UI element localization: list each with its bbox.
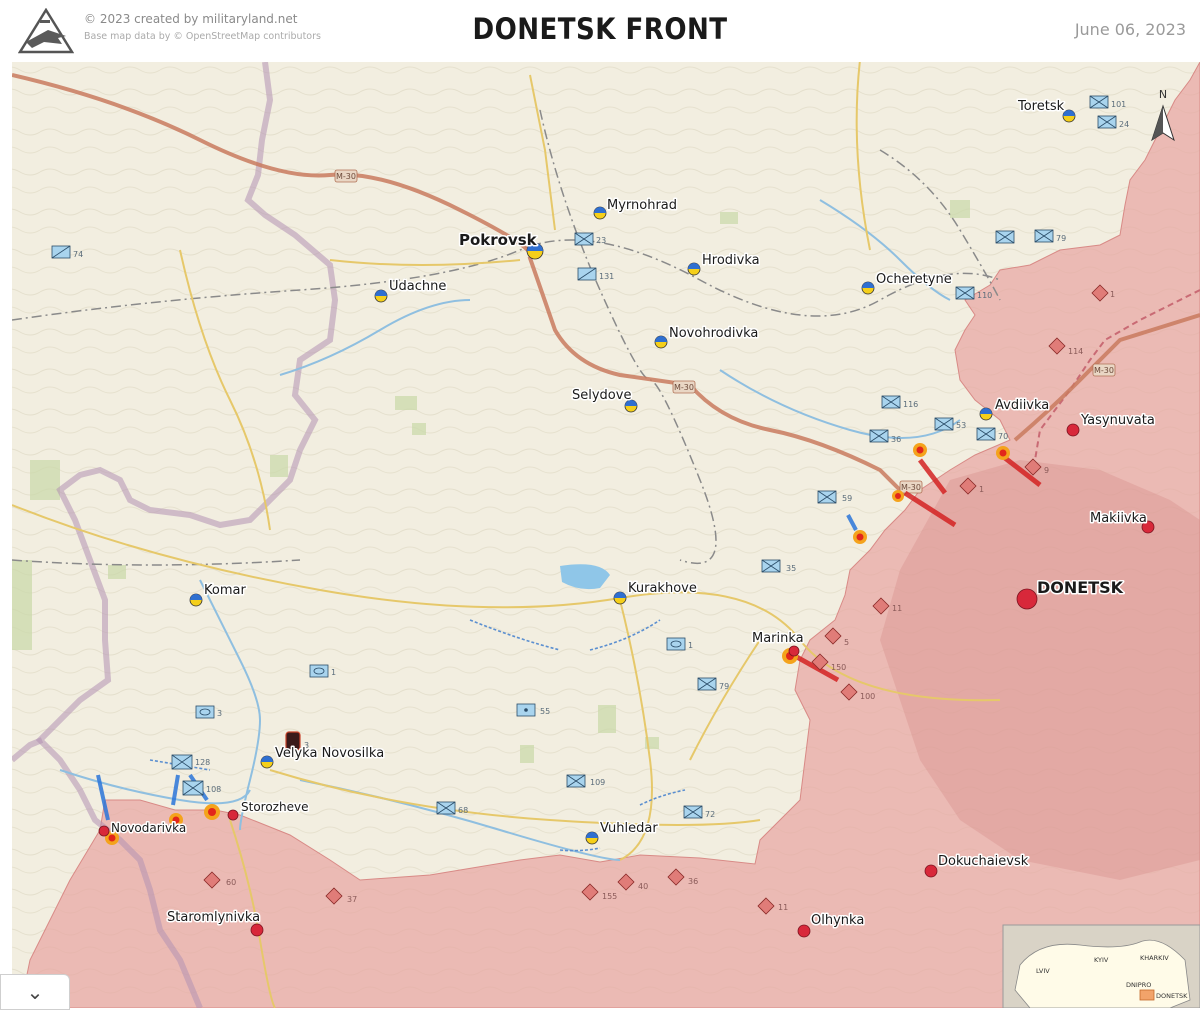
svg-text:100: 100: [860, 692, 875, 701]
svg-text:1: 1: [688, 641, 693, 650]
place-label-donetsk: DONETSK: [1037, 578, 1124, 597]
svg-text:79: 79: [1056, 234, 1066, 243]
town-marker-ua: [979, 407, 993, 421]
road-label: M-30: [674, 383, 694, 392]
svg-text:150: 150: [831, 663, 846, 672]
svg-text:3: 3: [217, 709, 222, 718]
map-title: DONETSK FRONT: [472, 12, 728, 46]
svg-text:11: 11: [778, 903, 788, 912]
svg-text:9: 9: [1044, 466, 1049, 475]
place-label-staromlynivka: Staromlynivka: [167, 910, 260, 925]
town-marker-ua: [613, 591, 627, 605]
place-label-selydove: Selydove: [572, 388, 631, 403]
svg-text:74: 74: [73, 250, 83, 259]
place-label-velyka-novosilka: Velyka Novosilka: [275, 746, 384, 761]
town-marker-ua: [687, 262, 701, 276]
svg-text:72: 72: [705, 810, 715, 819]
inset-label: DNIPRO: [1126, 981, 1151, 989]
place-label-avdiivka: Avdiivka: [995, 398, 1049, 413]
place-label-ocheretyne: Ocheretyne: [876, 272, 952, 287]
svg-text:68: 68: [458, 806, 468, 815]
unit-marker-ua: [995, 230, 1015, 244]
collapse-button[interactable]: ⌄: [0, 974, 70, 1010]
inset-label: KHARKIV: [1140, 954, 1169, 962]
place-label-storozheve: Storozheve: [241, 800, 308, 814]
road-label: M-30: [901, 483, 921, 492]
town-marker-ru: [1016, 588, 1038, 610]
svg-text:24: 24: [1119, 120, 1129, 129]
svg-text:36: 36: [688, 877, 698, 886]
town-marker-ua: [593, 206, 607, 220]
town-marker-ua: [861, 281, 875, 295]
svg-text:108: 108: [206, 785, 221, 794]
place-label-novodarivka: Novodarivka: [111, 821, 186, 835]
place-label-komar: Komar: [204, 583, 246, 598]
svg-text:55: 55: [540, 707, 550, 716]
town-marker-ua: [374, 289, 388, 303]
place-label-udachne: Udachne: [389, 279, 446, 294]
place-label-novohrodivka: Novohrodivka: [669, 326, 758, 341]
svg-text:128: 128: [195, 758, 210, 767]
town-marker-ru: [250, 923, 264, 937]
place-label-marinka: Marinka: [752, 631, 804, 646]
svg-text:40: 40: [638, 882, 648, 891]
place-label-pokrovsk: Pokrovsk: [459, 231, 538, 249]
place-label-kurakhove: Kurakhove: [628, 581, 697, 596]
place-label-myrnohrad: Myrnohrad: [607, 198, 677, 213]
svg-text:155: 155: [602, 892, 617, 901]
svg-text:131: 131: [599, 272, 614, 281]
place-label-olhynka: Olhynka: [811, 913, 864, 928]
svg-text:79: 79: [719, 682, 729, 691]
map-canvas[interactable]: M-30 M-30 M-30 M-30 101 24 23 131 74 79 …: [12, 62, 1200, 1008]
place-label-makiivka: Makiivka: [1090, 511, 1147, 526]
town-marker-ua: [189, 593, 203, 607]
svg-text:101: 101: [1111, 100, 1126, 109]
svg-text:1: 1: [979, 485, 984, 494]
town-marker-ru: [797, 924, 811, 938]
svg-text:23: 23: [596, 236, 606, 245]
inset-label: KYIV: [1094, 956, 1109, 964]
road-label: M-30: [336, 172, 356, 181]
unit-marker-ua: 128: [171, 754, 210, 770]
town-marker-ua: [585, 831, 599, 845]
svg-text:70: 70: [998, 432, 1008, 441]
svg-text:109: 109: [590, 778, 605, 787]
inset-label: DONETSK: [1156, 992, 1188, 1000]
town-marker-ru: [1066, 423, 1080, 437]
town-marker-ru: [98, 825, 110, 837]
svg-text:36: 36: [891, 435, 901, 444]
map-date: June 06, 2023: [1074, 20, 1186, 39]
town-marker-ru: [788, 645, 800, 657]
town-marker-ua: [260, 755, 274, 769]
svg-text:35: 35: [786, 564, 796, 573]
place-label-yasynuvata: Yasynuvata: [1080, 413, 1155, 428]
svg-text:1: 1: [1110, 290, 1115, 299]
road-label: M-30: [1094, 366, 1114, 375]
svg-text:37: 37: [347, 895, 357, 904]
svg-text:11: 11: [892, 604, 902, 613]
svg-text:110: 110: [977, 291, 992, 300]
place-label-vuhledar: Vuhledar: [600, 821, 658, 836]
svg-text:60: 60: [226, 878, 236, 887]
svg-text:116: 116: [903, 400, 918, 409]
place-label-dokuchaievsk: Dokuchaievsk: [938, 854, 1029, 869]
town-marker-ua: [654, 335, 668, 349]
svg-text:59: 59: [842, 494, 852, 503]
inset-map: LVIV KYIV KHARKIV DNIPRO DONETSK: [1002, 924, 1200, 1008]
town-marker-ru: [227, 809, 239, 821]
compass-label: N: [1159, 88, 1167, 101]
place-label-toretsk: Toretsk: [1017, 99, 1065, 114]
town-marker-ru: [924, 864, 938, 878]
svg-text:5: 5: [844, 638, 849, 647]
svg-text:114: 114: [1068, 347, 1083, 356]
town-marker-ua: [1062, 109, 1076, 123]
inset-aoi-box: [1139, 989, 1155, 1001]
chevron-down-icon: ⌄: [26, 980, 44, 1004]
svg-text:1: 1: [331, 668, 336, 677]
map-header: © 2023 created by militaryland.net Base …: [0, 0, 1200, 62]
svg-text:53: 53: [956, 421, 966, 430]
place-label-hrodivka: Hrodivka: [702, 253, 760, 268]
inset-label: LVIV: [1036, 967, 1050, 975]
